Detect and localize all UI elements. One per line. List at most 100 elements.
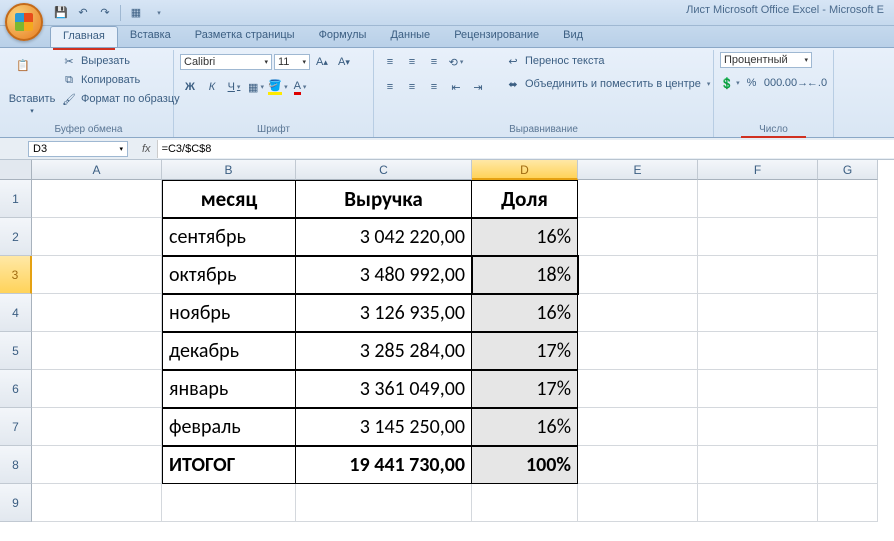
cell-B8[interactable]: ИТОГОГ xyxy=(162,446,296,484)
cell-B4[interactable]: ноябрь xyxy=(162,294,296,332)
cell-F6[interactable] xyxy=(698,370,818,408)
cell-B7[interactable]: февраль xyxy=(162,408,296,446)
fx-icon[interactable]: fx xyxy=(142,143,151,155)
row-header-8[interactable]: 8 xyxy=(0,446,32,484)
cell-C7[interactable]: 3 145 250,00 xyxy=(296,408,472,446)
cell-D3[interactable]: 18% xyxy=(472,256,578,294)
paste-button[interactable]: 📋 Вставить ▾ xyxy=(10,52,54,122)
font-size-combo[interactable]: 11▾ xyxy=(274,54,310,70)
cell-C3[interactable]: 3 480 992,00 xyxy=(296,256,472,294)
wrap-text-button[interactable]: ↩Перенос текста xyxy=(502,52,713,70)
tab-review[interactable]: Рецензирование xyxy=(442,26,551,47)
cell-E5[interactable] xyxy=(578,332,698,370)
tab-insert[interactable]: Вставка xyxy=(118,26,183,47)
percent-format-button[interactable]: % xyxy=(742,73,761,93)
cell-A4[interactable] xyxy=(32,294,162,332)
cell-E1[interactable] xyxy=(578,180,698,218)
col-header-A[interactable]: A xyxy=(32,160,162,180)
cut-button[interactable]: ✂Вырезать xyxy=(58,52,183,70)
cell-C5[interactable]: 3 285 284,00 xyxy=(296,332,472,370)
cell-E9[interactable] xyxy=(578,484,698,522)
align-middle-button[interactable]: ≡ xyxy=(402,52,422,72)
office-button[interactable] xyxy=(5,3,43,41)
qat-more-icon[interactable] xyxy=(149,4,167,22)
cell-A7[interactable] xyxy=(32,408,162,446)
row-header-4[interactable]: 4 xyxy=(0,294,32,332)
cell-D6[interactable]: 17% xyxy=(472,370,578,408)
cell-F4[interactable] xyxy=(698,294,818,332)
col-header-E[interactable]: E xyxy=(578,160,698,180)
cell-F3[interactable] xyxy=(698,256,818,294)
cell-E4[interactable] xyxy=(578,294,698,332)
cell-B1[interactable]: месяц xyxy=(162,180,296,218)
cell-C4[interactable]: 3 126 935,00 xyxy=(296,294,472,332)
decrease-indent-button[interactable]: ⇤ xyxy=(446,77,466,97)
number-format-combo[interactable]: Процентный▾ xyxy=(720,52,812,68)
cell-B9[interactable] xyxy=(162,484,296,522)
decrease-decimal-button[interactable]: ←.0 xyxy=(807,73,827,93)
cell-F1[interactable] xyxy=(698,180,818,218)
qat-custom-icon[interactable]: ▦ xyxy=(127,4,145,22)
cell-G5[interactable] xyxy=(818,332,878,370)
col-header-G[interactable]: G xyxy=(818,160,878,180)
accounting-format-button[interactable]: 💲 xyxy=(720,73,740,93)
cell-E2[interactable] xyxy=(578,218,698,256)
align-left-button[interactable]: ≡ xyxy=(380,77,400,97)
borders-button[interactable]: ▦ xyxy=(246,77,266,97)
save-icon[interactable]: 💾 xyxy=(52,4,70,22)
cell-C6[interactable]: 3 361 049,00 xyxy=(296,370,472,408)
cell-E7[interactable] xyxy=(578,408,698,446)
cell-D1[interactable]: Доля xyxy=(472,180,578,218)
row-header-9[interactable]: 9 xyxy=(0,484,32,522)
cell-G7[interactable] xyxy=(818,408,878,446)
cell-D5[interactable]: 17% xyxy=(472,332,578,370)
tab-page-layout[interactable]: Разметка страницы xyxy=(183,26,307,47)
cell-G9[interactable] xyxy=(818,484,878,522)
cell-D2[interactable]: 16% xyxy=(472,218,578,256)
cell-D7[interactable]: 16% xyxy=(472,408,578,446)
shrink-font-button[interactable]: A▾ xyxy=(334,52,354,72)
cell-A3[interactable] xyxy=(32,256,162,294)
cell-C8[interactable]: 19 441 730,00 xyxy=(296,446,472,484)
col-header-D[interactable]: D xyxy=(472,160,578,180)
cell-D9[interactable] xyxy=(472,484,578,522)
cell-F7[interactable] xyxy=(698,408,818,446)
select-all-corner[interactable] xyxy=(0,160,32,180)
align-center-button[interactable]: ≡ xyxy=(402,77,422,97)
row-header-7[interactable]: 7 xyxy=(0,408,32,446)
cell-C9[interactable] xyxy=(296,484,472,522)
align-bottom-button[interactable]: ≡ xyxy=(424,52,444,72)
cell-F2[interactable] xyxy=(698,218,818,256)
cell-B6[interactable]: январь xyxy=(162,370,296,408)
cell-B5[interactable]: декабрь xyxy=(162,332,296,370)
spreadsheet-grid[interactable]: A B C D E F G 1 месяц Выручка Доля 2 сен… xyxy=(0,160,894,522)
align-right-button[interactable]: ≡ xyxy=(424,77,444,97)
cell-A2[interactable] xyxy=(32,218,162,256)
underline-button[interactable]: Ч xyxy=(224,77,244,97)
cell-B3[interactable]: октябрь xyxy=(162,256,296,294)
font-name-combo[interactable]: Calibri▾ xyxy=(180,54,272,70)
increase-decimal-button[interactable]: .00→ xyxy=(785,73,805,93)
cell-D8[interactable]: 100% xyxy=(472,446,578,484)
cell-D4[interactable]: 16% xyxy=(472,294,578,332)
format-painter-button[interactable]: 🖌Формат по образцу xyxy=(58,90,183,108)
row-header-6[interactable]: 6 xyxy=(0,370,32,408)
cell-C1[interactable]: Выручка xyxy=(296,180,472,218)
merge-center-button[interactable]: ⬌Объединить и поместить в центре xyxy=(502,75,713,93)
row-header-2[interactable]: 2 xyxy=(0,218,32,256)
row-header-5[interactable]: 5 xyxy=(0,332,32,370)
tab-view[interactable]: Вид xyxy=(551,26,595,47)
col-header-B[interactable]: B xyxy=(162,160,296,180)
bold-button[interactable]: Ж xyxy=(180,77,200,97)
cell-E8[interactable] xyxy=(578,446,698,484)
copy-button[interactable]: ⧉Копировать xyxy=(58,71,183,89)
cell-A5[interactable] xyxy=(32,332,162,370)
cell-A9[interactable] xyxy=(32,484,162,522)
col-header-C[interactable]: C xyxy=(296,160,472,180)
cell-F5[interactable] xyxy=(698,332,818,370)
cell-F9[interactable] xyxy=(698,484,818,522)
cell-C2[interactable]: 3 042 220,00 xyxy=(296,218,472,256)
font-color-button[interactable]: A xyxy=(290,77,310,97)
cell-G2[interactable] xyxy=(818,218,878,256)
cell-B2[interactable]: сентябрь xyxy=(162,218,296,256)
